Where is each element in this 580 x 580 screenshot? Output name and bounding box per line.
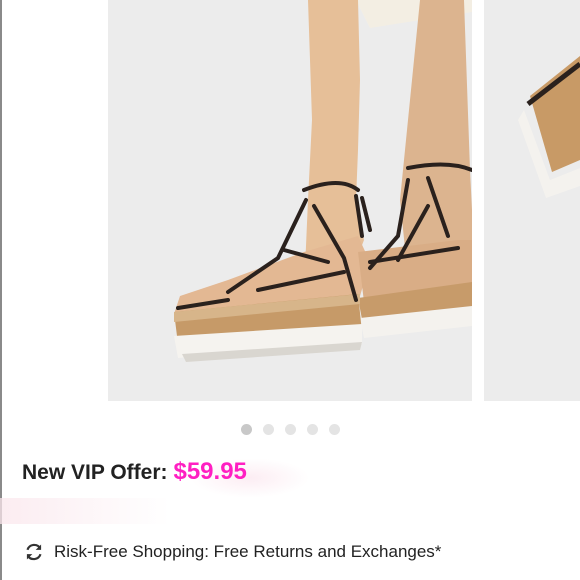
sandal-photo — [108, 0, 472, 401]
carousel-dot-4[interactable] — [306, 424, 318, 435]
vip-offer: New VIP Offer: $59.95 — [22, 458, 247, 494]
carousel-dot-2[interactable] — [262, 424, 274, 435]
carousel-pagination — [0, 424, 580, 438]
risk-free-shopping: Risk-Free Shopping: Free Returns and Exc… — [24, 541, 441, 563]
product-image-main[interactable] — [108, 0, 472, 401]
risk-free-text: Risk-Free Shopping: Free Returns and Exc… — [54, 542, 442, 561]
refresh-icon — [26, 543, 42, 561]
offer-label: New VIP Offer: — [22, 461, 168, 484]
highlight-smudge-lower — [0, 498, 170, 524]
carousel-dot-5[interactable] — [328, 424, 340, 435]
sandal-photo-next — [484, 0, 580, 401]
offer-price: $59.95 — [173, 458, 247, 485]
product-image-next[interactable] — [484, 0, 580, 401]
carousel-dot-1[interactable] — [240, 424, 252, 435]
product-image-carousel[interactable] — [0, 0, 580, 410]
carousel-dot-3[interactable] — [284, 424, 296, 435]
